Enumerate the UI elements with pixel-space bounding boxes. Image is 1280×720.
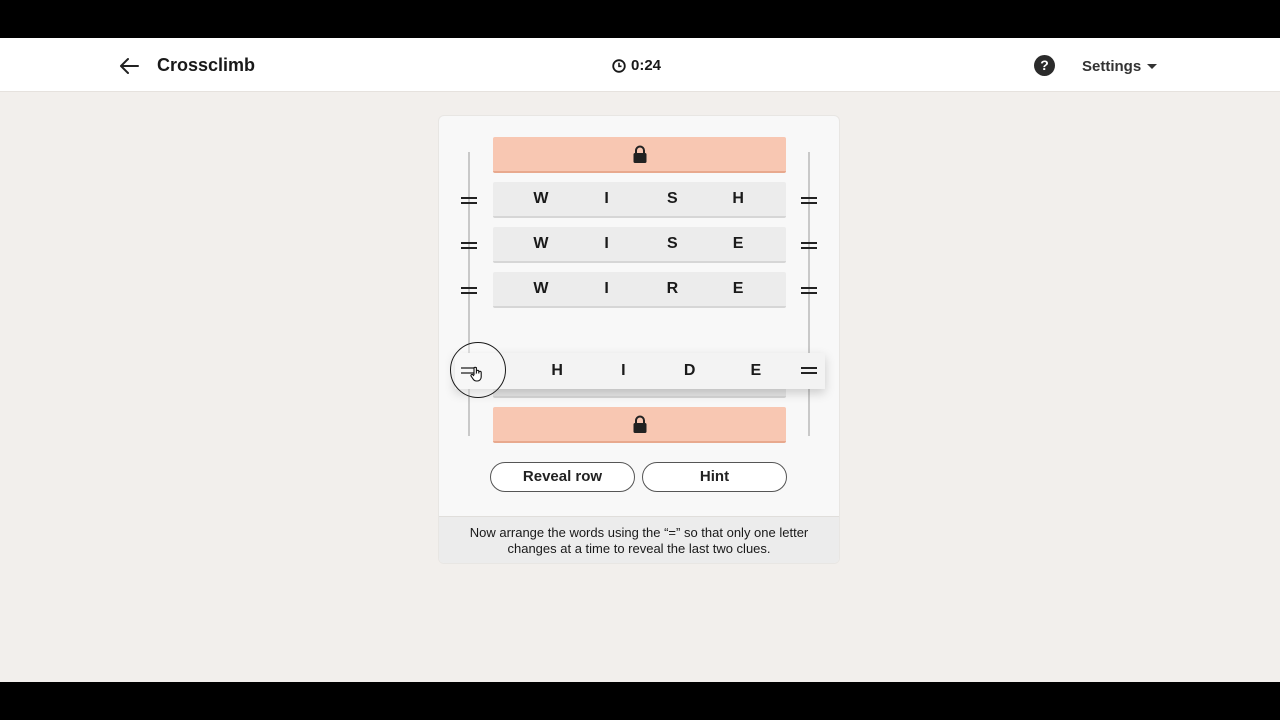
instructions-text: Now arrange the words using the “=” so t… xyxy=(439,516,839,563)
settings-dropdown[interactable]: Settings xyxy=(1082,58,1158,75)
letter-cell[interactable]: S xyxy=(640,190,706,208)
lock-icon xyxy=(633,145,646,163)
letter-cell[interactable]: W xyxy=(508,235,574,253)
letter-cell[interactable]: I xyxy=(574,190,640,208)
word-row: W I S E xyxy=(493,227,786,263)
clock-icon xyxy=(612,58,626,73)
drag-handle-left[interactable] xyxy=(460,285,478,295)
drag-handle-left[interactable] xyxy=(460,195,478,205)
letter-cell[interactable]: W xyxy=(508,280,574,298)
drag-handle-left[interactable] xyxy=(460,240,478,250)
letter-cell[interactable]: I xyxy=(574,280,640,298)
letter-cell[interactable]: W xyxy=(508,190,574,208)
letter-cell[interactable]: H xyxy=(524,362,590,380)
drag-handle-right[interactable] xyxy=(800,195,818,205)
locked-row-bottom xyxy=(493,407,786,443)
hint-button[interactable]: Hint xyxy=(642,462,787,492)
drag-handle-right[interactable] xyxy=(800,285,818,295)
lock-icon xyxy=(633,415,646,433)
caret-down-icon xyxy=(1147,64,1158,69)
drag-handle-right[interactable] xyxy=(800,240,818,250)
word-row: W I R E xyxy=(493,272,786,308)
letter-cell[interactable]: E xyxy=(705,280,771,298)
letter-cell[interactable]: I xyxy=(574,235,640,253)
word-row: W I S H xyxy=(493,182,786,218)
letter-cell[interactable]: S xyxy=(640,235,706,253)
top-bar: Crossclimb 0:24 ? Settings xyxy=(0,38,1280,92)
locked-row-top xyxy=(493,137,786,173)
letter-cell[interactable]: E xyxy=(723,362,789,380)
letter-cell[interactable]: R xyxy=(640,280,706,298)
timer: 0:24 xyxy=(612,57,661,74)
back-arrow-icon[interactable] xyxy=(116,52,144,80)
letter-cell[interactable]: D xyxy=(657,362,723,380)
dragged-word-row[interactable]: H I D E xyxy=(455,353,825,389)
help-icon[interactable]: ? xyxy=(1034,55,1055,76)
letter-cell[interactable]: E xyxy=(705,235,771,253)
timer-value: 0:24 xyxy=(631,57,662,74)
game-title: Crossclimb xyxy=(157,55,256,75)
pointer-hand-icon xyxy=(470,366,482,382)
letter-cell[interactable]: I xyxy=(590,362,656,380)
settings-label: Settings xyxy=(1082,58,1142,75)
reveal-row-button[interactable]: Reveal row xyxy=(490,462,635,492)
drag-handle-right[interactable] xyxy=(800,365,818,375)
game-card: W I S H W I S E W I R E H I D E Reveal r… xyxy=(438,115,840,564)
letter-cell[interactable]: H xyxy=(705,190,771,208)
game-frame: Crossclimb 0:24 ? Settings W I S H W I S… xyxy=(0,38,1280,682)
